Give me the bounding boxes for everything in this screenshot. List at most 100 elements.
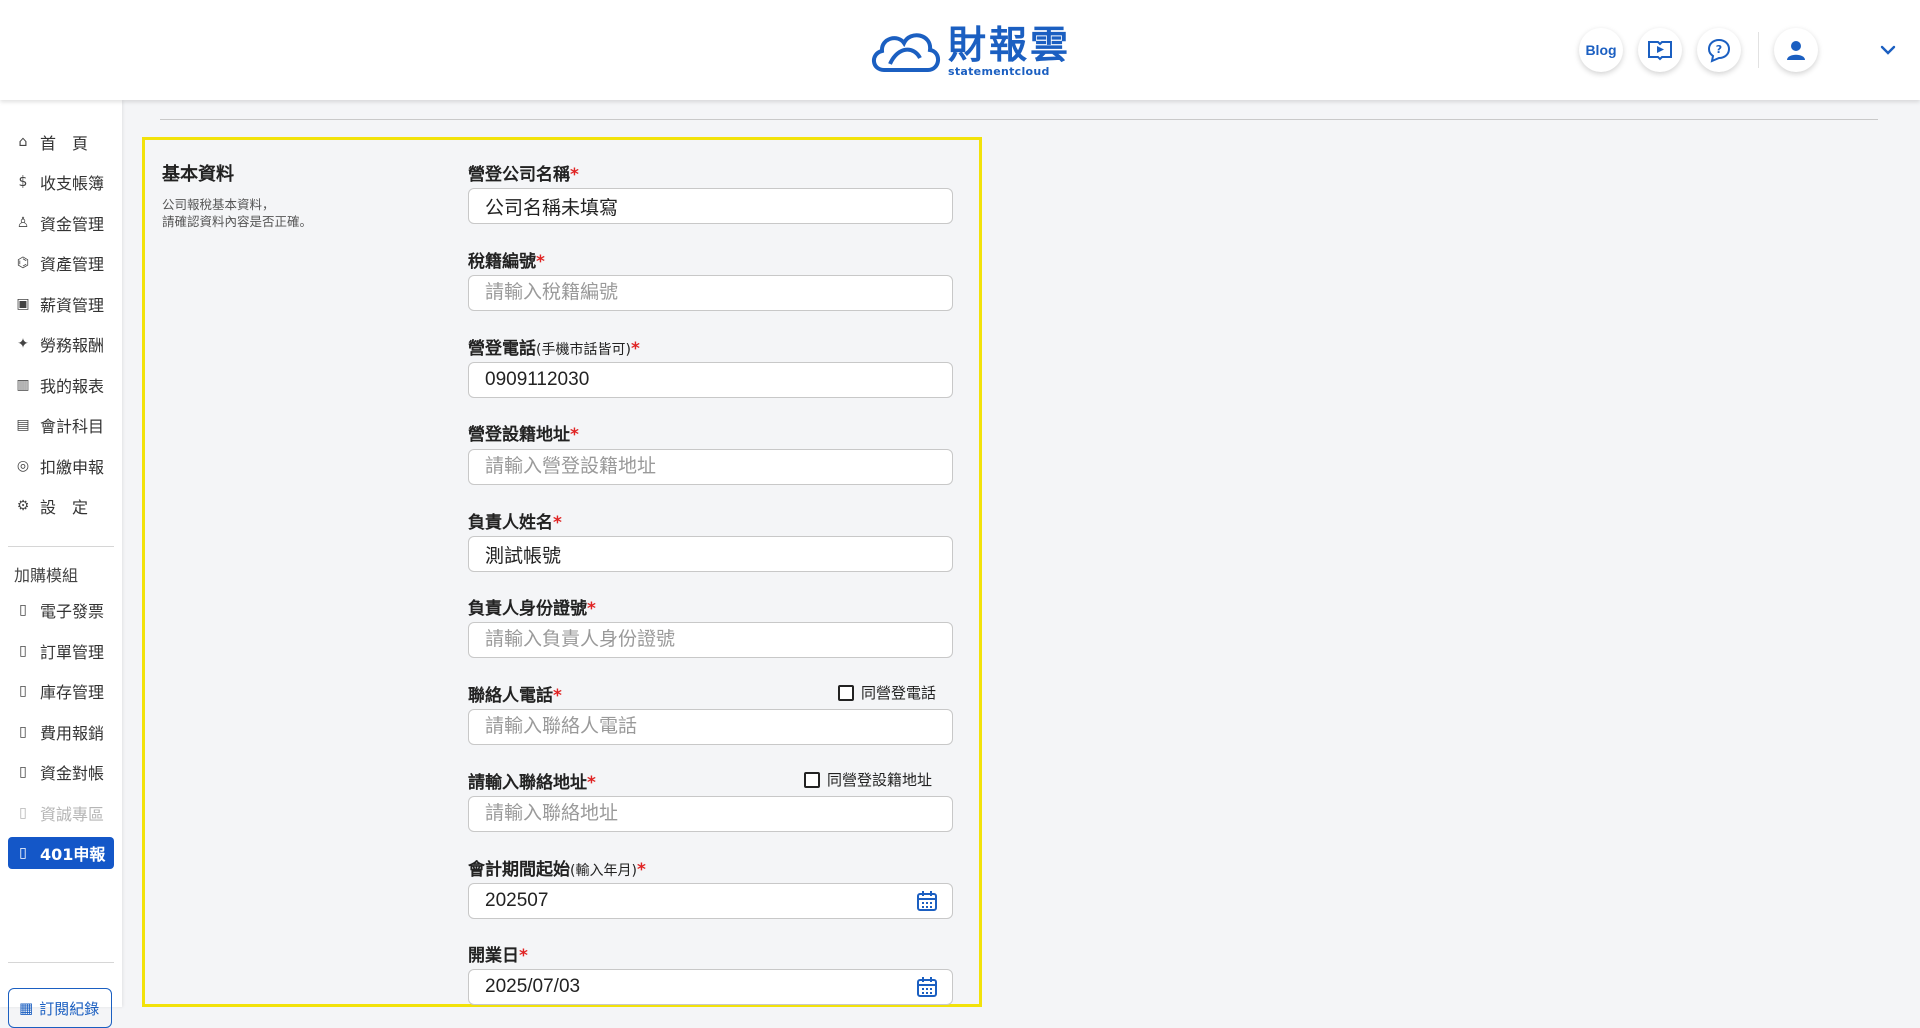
top-header: 財報雲 statementcloud Blog ?	[0, 0, 1920, 100]
subscription-label: 訂閱紀錄	[39, 999, 100, 1018]
section-desc-line: 請確認資料內容是否正確。	[162, 214, 313, 229]
calendar-icon[interactable]	[916, 890, 938, 912]
same-reg-address-checkbox[interactable]: 同營登設籍地址	[804, 769, 932, 790]
checkbox-box[interactable]	[838, 684, 854, 701]
sidebar-item-label: 費用報銷	[40, 724, 105, 743]
label-note: (輸入年月)	[570, 863, 637, 879]
sidebar-item-reconciliation[interactable]: ▯ 資金對帳	[8, 756, 114, 788]
user-avatar-button[interactable]	[1774, 28, 1818, 72]
sidebar-item-expenses[interactable]: ▯ 費用報銷	[8, 716, 114, 748]
sidebar-item-label: 資產管理	[40, 255, 105, 274]
sidebar-item-label: 電子發票	[40, 602, 105, 621]
sidebar-item-label: 訂單管理	[40, 643, 105, 662]
header-divider	[1758, 32, 1759, 68]
checkbox-label: 同營登設籍地址	[827, 771, 933, 789]
sidebar-item-withholding[interactable]: ◎ 扣繳申報	[8, 450, 114, 482]
required-mark: *	[570, 165, 579, 185]
module-icon: ▯	[19, 724, 27, 740]
sidebar-item-reports[interactable]: ▥ 我的報表	[8, 369, 114, 401]
owner-name-input[interactable]	[468, 536, 953, 572]
sidebar-item-inventory[interactable]: ▯ 庫存管理	[8, 675, 114, 707]
cloud-logo-icon	[872, 33, 940, 72]
sidebar-item-label: 401申報	[40, 845, 106, 864]
subscription-icon: ▦	[19, 999, 34, 1017]
checkbox-box[interactable]	[804, 771, 820, 788]
dollar-cycle-icon: $	[18, 174, 28, 190]
sidebar-divider	[8, 962, 114, 963]
user-icon	[1787, 41, 1805, 60]
help-chat-button[interactable]: ?	[1697, 28, 1741, 72]
sidebar: ⌂ 首 頁 $ 收支帳簿 ♙ 資金管理 ⌬ 資產管理 ▣ 薪資管理 ✦ 勞務報酬…	[0, 100, 122, 1028]
module-icon: ▯	[19, 602, 27, 618]
contact-phone-input[interactable]	[468, 709, 953, 745]
module-icon: ▯	[19, 643, 27, 659]
required-mark: *	[519, 946, 528, 966]
sidebar-item-labor[interactable]: ✦ 勞務報酬	[8, 328, 114, 360]
section-title: 基本資料	[162, 164, 234, 185]
owner-id-input[interactable]	[468, 622, 953, 658]
required-mark: *	[587, 599, 596, 619]
settings-sliders-icon: ⚙	[16, 498, 30, 514]
sidebar-item-label: 資金對帳	[40, 764, 105, 783]
required-mark: *	[587, 773, 596, 793]
contact-address-label: 請輸入聯絡地址*	[468, 768, 596, 793]
sidebar-item-assets[interactable]: ⌬ 資產管理	[8, 247, 114, 279]
sidebar-item-label: 我的報表	[40, 377, 105, 396]
label-text: 請輸入聯絡地址	[468, 773, 587, 793]
sidebar-item-label: 設 定	[40, 498, 89, 517]
required-mark: *	[630, 339, 640, 359]
statementcloud-logo[interactable]: 財報雲 statementcloud	[868, 22, 1071, 80]
home-icon: ⌂	[18, 134, 28, 150]
required-mark: *	[553, 686, 562, 706]
sidebar-item-ledger[interactable]: $ 收支帳簿	[8, 166, 114, 198]
required-mark: *	[553, 513, 562, 533]
open-date-input[interactable]	[468, 969, 953, 1005]
sidebar-item-home[interactable]: ⌂ 首 頁	[8, 126, 114, 158]
sidebar-item-accounts[interactable]: ▤ 會計科目	[8, 409, 114, 441]
sidebar-item-funds[interactable]: ♙ 資金管理	[8, 207, 114, 239]
sidebar-item-salary[interactable]: ▣ 薪資管理	[8, 288, 114, 320]
tax-id-input[interactable]	[468, 275, 953, 311]
label-text: 負責人姓名	[468, 513, 553, 533]
company-name-input[interactable]	[468, 188, 953, 224]
sidebar-item-e-invoice[interactable]: ▯ 電子發票	[8, 594, 114, 626]
label-text: 開業日	[468, 946, 519, 966]
reg-address-input[interactable]	[468, 449, 953, 485]
checkbox-label: 同營登電話	[861, 684, 937, 702]
period-start-label: 會計期間起始(輸入年月)*	[468, 855, 646, 880]
label-text: 會計期間起始	[468, 860, 570, 880]
module-icon: ▯	[19, 764, 27, 780]
contact-phone-label: 聯絡人電話*	[468, 681, 562, 706]
owner-name-label: 負責人姓名*	[468, 508, 562, 533]
sidebar-item-settings[interactable]: ⚙ 設 定	[8, 490, 114, 522]
sidebar-item-401-filing[interactable]: ▯ 401申報	[8, 837, 114, 869]
sidebar-item-label: 會計科目	[40, 417, 105, 436]
chevron-down-icon[interactable]	[1876, 38, 1900, 62]
contact-address-input[interactable]	[468, 796, 953, 832]
assets-icon: ⌬	[16, 255, 30, 271]
same-reg-phone-checkbox[interactable]: 同營登電話	[838, 682, 936, 703]
company-name-label: 營登公司名稱*	[468, 160, 579, 185]
module-icon: ▯	[19, 805, 27, 821]
period-start-input[interactable]	[468, 883, 953, 919]
video-tutorial-button[interactable]	[1638, 28, 1682, 72]
tax-id-label: 稅籍編號*	[468, 247, 545, 272]
required-mark: *	[570, 425, 579, 445]
sidebar-item-orders[interactable]: ▯ 訂單管理	[8, 635, 114, 667]
help-chat-icon: ?	[1707, 38, 1731, 63]
subscription-records-button[interactable]: ▦ 訂閱紀錄	[8, 988, 112, 1028]
ledger-icon: ▤	[16, 417, 30, 433]
sidebar-item-label: 勞務報酬	[40, 336, 105, 355]
label-text: 營登公司名稱	[468, 165, 570, 185]
sidebar-item-label: 資誠專區	[40, 805, 105, 824]
module-icon: ▯	[19, 683, 27, 699]
reg-phone-input[interactable]	[468, 362, 953, 398]
label-text: 聯絡人電話	[468, 686, 553, 706]
logo-title: 財報雲	[948, 22, 1072, 67]
funds-icon: ♙	[16, 215, 30, 231]
blog-button[interactable]: Blog	[1579, 28, 1623, 72]
calendar-icon[interactable]	[916, 976, 938, 998]
reg-phone-label: 營登電話(手機市話皆可)*	[468, 334, 640, 359]
label-text: 營登電話	[468, 339, 536, 359]
sidebar-item-label: 收支帳簿	[40, 174, 105, 193]
